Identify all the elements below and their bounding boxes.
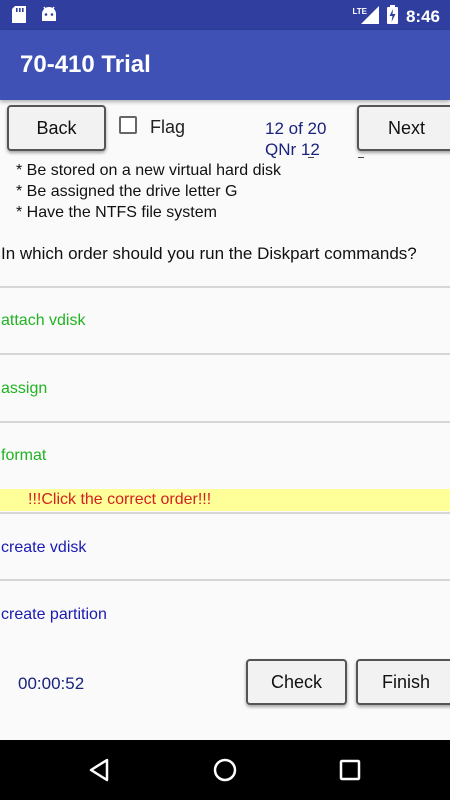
question-counter: 12 of 20 QNr 12 [265, 118, 326, 160]
instruction-text: !!!Click the correct order!!! [28, 491, 212, 508]
divider [0, 286, 450, 288]
divider [0, 579, 450, 581]
requirement-item: * Be stored on a new virtual hard disk [16, 162, 282, 179]
check-button[interactable]: Check [246, 659, 347, 705]
navigation-bar [0, 740, 450, 800]
elapsed-timer: 00:00:52 [18, 674, 85, 693]
selected-answer-item[interactable]: assign [1, 380, 47, 398]
battery-charging-icon [386, 5, 398, 29]
divider [0, 512, 450, 514]
divider [308, 157, 314, 158]
home-nav-icon[interactable] [213, 758, 237, 787]
back-nav-icon[interactable] [88, 758, 110, 787]
sd-card-icon [12, 6, 26, 28]
flag-label[interactable]: Flag [150, 117, 185, 138]
android-icon [40, 6, 58, 28]
requirement-item: * Have the NTFS file system [16, 204, 217, 221]
recents-nav-icon[interactable] [339, 759, 361, 786]
network-type-label: LTE [352, 6, 367, 16]
divider [358, 157, 364, 158]
divider [0, 353, 450, 355]
requirement-item: * Be assigned the drive letter G [16, 183, 238, 200]
app-bar: 70-410 Trial [0, 30, 450, 100]
finish-button[interactable]: Finish [356, 659, 450, 705]
question-progress: 12 of 20 [265, 119, 327, 138]
available-answer-item[interactable]: create vdisk [1, 539, 86, 557]
question-number: QNr 12 [265, 140, 320, 159]
selected-answer-item[interactable]: attach vdisk [1, 312, 85, 330]
question-prompt: In which order should you run the Diskpa… [1, 244, 417, 263]
divider [0, 421, 450, 423]
next-button[interactable]: Next [357, 105, 450, 151]
app-title: 70-410 Trial [20, 51, 151, 78]
clock: 8:46 [405, 7, 440, 26]
selected-answer-item[interactable]: format [1, 447, 46, 465]
status-bar: LTE 8:46 [0, 0, 450, 30]
flag-checkbox[interactable] [119, 116, 137, 134]
back-button[interactable]: Back [7, 105, 106, 151]
available-answer-item[interactable]: create partition [1, 606, 107, 624]
instruction-banner: !!!Click the correct order!!! [0, 489, 450, 511]
